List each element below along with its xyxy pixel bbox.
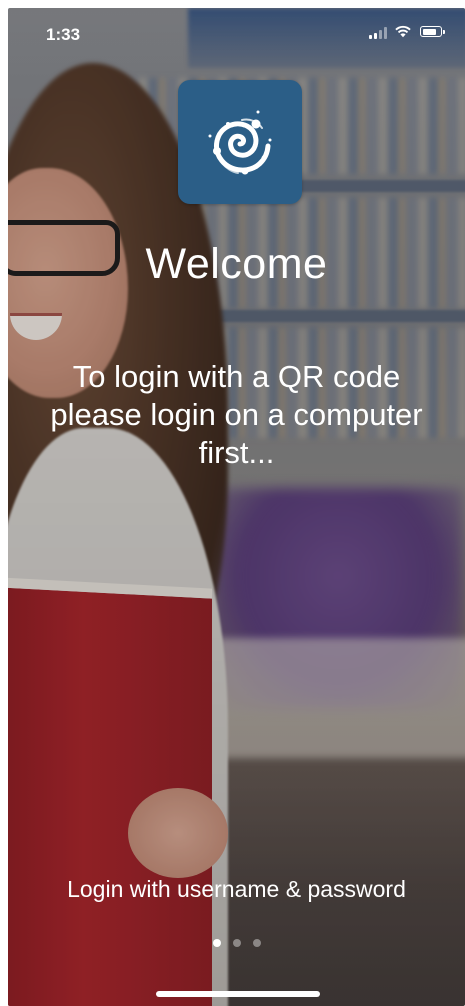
page-dot[interactable] <box>232 939 241 947</box>
page-dot[interactable] <box>212 939 221 947</box>
spiral-galaxy-logo-icon <box>208 110 272 175</box>
qr-login-instructions: To login with a QR code please login on … <box>50 359 423 470</box>
home-indicator[interactable] <box>156 991 320 997</box>
status-time: 1:33 <box>46 25 81 44</box>
page-dot[interactable] <box>252 939 261 947</box>
app-screen: 1:33 Welcome To login with a QR code ple… <box>8 8 465 1006</box>
status-bar: 1:33 <box>8 8 465 52</box>
battery-fill <box>422 28 437 35</box>
page-indicator[interactable] <box>8 939 465 947</box>
app-logo <box>178 80 302 204</box>
login-with-username-password-button[interactable]: Login with username & password <box>8 876 465 903</box>
cellular-signal-icon <box>369 27 387 39</box>
welcome-title: Welcome <box>145 240 328 288</box>
battery-icon <box>420 26 445 37</box>
wifi-icon <box>395 25 411 38</box>
